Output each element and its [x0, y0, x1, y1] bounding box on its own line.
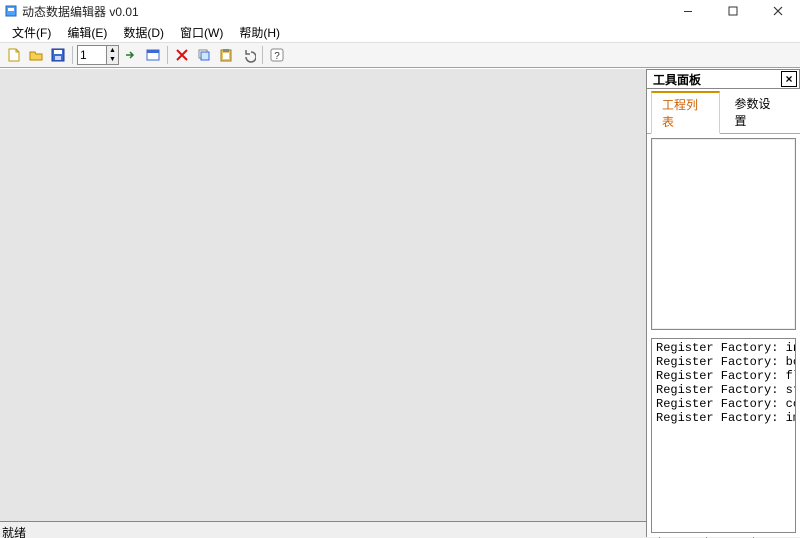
number-spinner-input[interactable]: [78, 47, 106, 63]
app-icon: [4, 4, 18, 18]
tool-panel-titlebar[interactable]: 工具面板 ×: [647, 69, 800, 89]
menu-file[interactable]: 文件(F): [4, 22, 59, 43]
svg-text:?: ?: [274, 51, 280, 62]
client-area: 工具面板 × 工程列表 参数设置 Register Factory: int. …: [0, 68, 800, 521]
copy-button[interactable]: [194, 45, 214, 65]
tool-panel-title: 工具面板: [653, 71, 701, 88]
new-button[interactable]: [4, 45, 24, 65]
toolbar-separator: [72, 46, 73, 64]
tool-panel-tabs: 工程列表 参数设置: [647, 89, 800, 134]
title-bar: 动态数据编辑器 v0.01: [0, 0, 800, 22]
window-controls: [665, 1, 800, 21]
open-button[interactable]: [26, 45, 46, 65]
log-output[interactable]: Register Factory: int. Register Factory:…: [651, 338, 796, 533]
close-button[interactable]: [755, 1, 800, 21]
toolbar-separator: [262, 46, 263, 64]
save-button[interactable]: [48, 45, 68, 65]
menu-bar: 文件(F) 编辑(E) 数据(D) 窗口(W) 帮助(H): [0, 22, 800, 43]
undo-button[interactable]: [238, 45, 258, 65]
status-text: 就绪: [0, 524, 26, 538]
tool-panel-close-button[interactable]: ×: [781, 71, 797, 87]
menu-help[interactable]: 帮助(H): [231, 22, 288, 43]
window-button[interactable]: [143, 45, 163, 65]
window-title: 动态数据编辑器 v0.01: [22, 3, 139, 20]
minimize-button[interactable]: [665, 1, 710, 21]
menu-edit[interactable]: 编辑(E): [59, 22, 115, 43]
paste-button[interactable]: [216, 45, 236, 65]
tool-panel: 工具面板 × 工程列表 参数设置 Register Factory: int. …: [646, 69, 800, 537]
number-spinner[interactable]: ▲ ▼: [77, 45, 119, 65]
tab-param-settings[interactable]: 参数设置: [724, 91, 793, 133]
toolbar: ▲ ▼ ?: [0, 43, 800, 68]
menu-window[interactable]: 窗口(W): [172, 22, 231, 43]
delete-button[interactable]: [172, 45, 192, 65]
spinner-down-button[interactable]: ▼: [106, 55, 118, 64]
tab-project-list[interactable]: 工程列表: [651, 91, 720, 134]
spinner-up-button[interactable]: ▲: [106, 46, 118, 55]
go-button[interactable]: [121, 45, 141, 65]
menu-data[interactable]: 数据(D): [115, 22, 172, 43]
project-list-box[interactable]: [651, 138, 796, 330]
maximize-button[interactable]: [710, 1, 755, 21]
help-button[interactable]: ?: [267, 45, 287, 65]
toolbar-separator: [167, 46, 168, 64]
